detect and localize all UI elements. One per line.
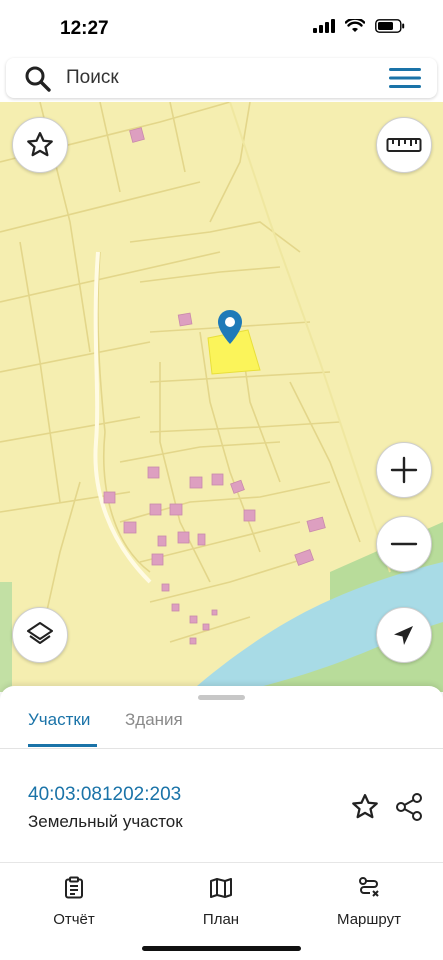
map-pin-icon[interactable]: [217, 309, 243, 345]
ruler-button[interactable]: [376, 117, 432, 173]
parcel-bottom-sheet: Участки Здания 40:03:081202:203 Земельны…: [0, 686, 443, 866]
home-indicator: [142, 946, 301, 951]
bottom-navigation: Отчёт План Маршрут: [0, 866, 443, 960]
tab-buildings[interactable]: Здания: [125, 710, 183, 730]
navigation-arrow-icon: [394, 626, 413, 645]
minus-icon: [390, 542, 418, 546]
nav-item-plan[interactable]: План: [166, 876, 276, 928]
wifi-icon: [345, 19, 365, 32]
zoom-out-button[interactable]: [376, 516, 432, 572]
tab-parcels[interactable]: Участки: [28, 710, 90, 730]
star-outline-icon[interactable]: [350, 792, 380, 822]
divider: [0, 862, 443, 863]
sheet-tabs: Участки Здания: [0, 704, 443, 749]
status-bar: 12:27: [0, 0, 443, 56]
map-view[interactable]: [0, 102, 443, 692]
cellular-signal-icon: [313, 19, 335, 33]
nav-item-label: План: [202, 911, 240, 928]
ruler-icon: [386, 138, 422, 152]
search-bar: [6, 58, 437, 98]
route-icon: [359, 877, 379, 897]
layers-icon: [27, 622, 53, 644]
map-icon: [210, 878, 232, 898]
search-input[interactable]: [62, 64, 370, 92]
plus-icon: [390, 456, 418, 484]
nav-item-route[interactable]: Маршрут: [314, 876, 424, 928]
share-icon[interactable]: [394, 792, 424, 822]
zoom-in-button[interactable]: [376, 442, 432, 498]
status-icons: [313, 19, 405, 33]
parcel-type-label: Земельный участок: [28, 812, 183, 831]
active-tab-indicator: [28, 744, 97, 747]
battery-icon: [375, 19, 405, 33]
layers-button[interactable]: [12, 607, 68, 663]
map-canvas[interactable]: [0, 102, 443, 692]
nav-item-label: Отчёт: [53, 911, 95, 928]
locate-button[interactable]: [376, 607, 432, 663]
favorites-button[interactable]: [12, 117, 68, 173]
hamburger-menu-icon[interactable]: [387, 66, 423, 90]
status-time: 12:27: [60, 18, 109, 39]
sheet-drag-handle[interactable]: [198, 695, 245, 700]
search-icon[interactable]: [24, 65, 52, 93]
nav-item-label: Маршрут: [337, 911, 401, 928]
nav-item-report[interactable]: Отчёт: [19, 876, 129, 928]
clipboard-icon: [65, 876, 83, 899]
star-outline-icon: [27, 132, 53, 157]
parcel-cadastral-number[interactable]: 40:03:081202:203: [28, 784, 181, 806]
